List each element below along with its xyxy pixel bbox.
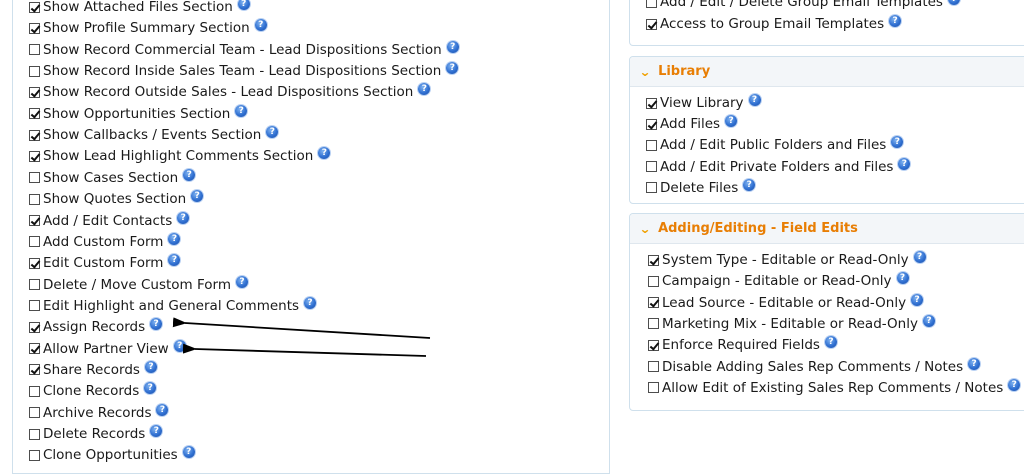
- arrow-allow-partner-view: [182, 343, 427, 357]
- annotation-arrows: [172, 317, 431, 357]
- arrow-assign-records: [172, 317, 431, 339]
